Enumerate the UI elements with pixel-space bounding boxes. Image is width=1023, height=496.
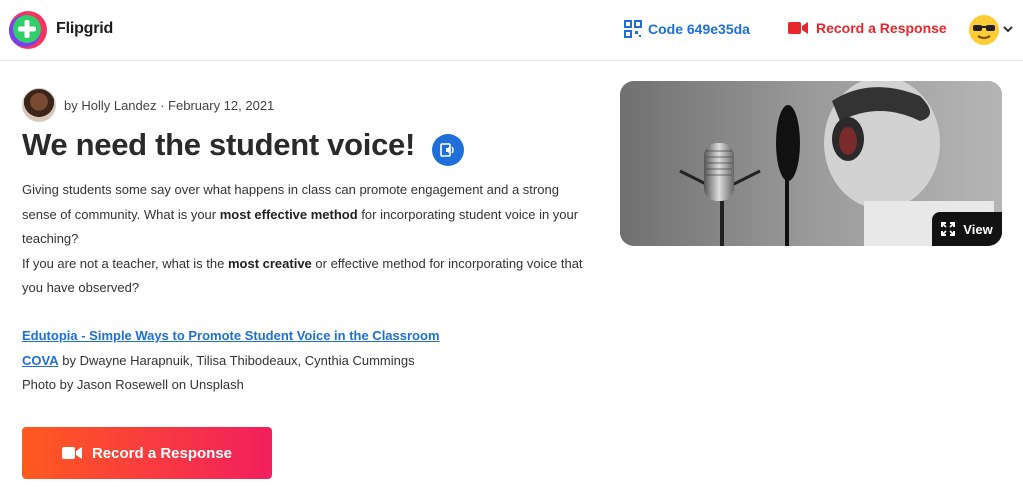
emphasis-most-creative: most creative xyxy=(227,255,312,271)
record-response-top-label: Record a Response xyxy=(816,20,947,36)
chevron-down-icon[interactable] xyxy=(1002,23,1014,35)
photo-credit: Photo by Jason Rosewell on Unsplash xyxy=(22,377,244,392)
cova-authors: by Dwayne Harapnuik, Tilisa Thibodeaux, … xyxy=(58,352,415,368)
view-media-button[interactable]: View xyxy=(932,212,1002,246)
edutopia-link[interactable]: Edutopia - Simple Ways to Promote Studen… xyxy=(22,328,440,343)
join-code-label: Code 649e35da xyxy=(648,21,750,37)
topic-description: Giving students some say over what happe… xyxy=(22,178,592,301)
view-label: View xyxy=(963,221,993,237)
author-avatar xyxy=(22,88,56,122)
video-camera-icon xyxy=(61,447,82,459)
resource-links: Edutopia - Simple Ways to Promote Studen… xyxy=(22,324,440,398)
description-paragraph-1: Giving students some say over what happe… xyxy=(22,182,579,246)
topic-media-image[interactable]: View xyxy=(620,81,1002,246)
flipgrid-logo-icon[interactable] xyxy=(8,10,48,50)
cova-link[interactable]: COVA xyxy=(22,353,59,368)
qr-code-icon xyxy=(624,20,642,38)
expand-icon xyxy=(941,222,956,236)
record-response-top-button[interactable]: Record a Response xyxy=(788,20,947,36)
author-meta: by Holly Landez · February 12, 2021 xyxy=(22,88,274,122)
topic-title: We need the student voice! xyxy=(22,127,415,162)
join-code-button[interactable]: Code 649e35da xyxy=(624,20,750,38)
record-response-button[interactable]: Record a Response xyxy=(22,427,272,479)
brand-name[interactable]: Flipgrid xyxy=(56,20,113,38)
video-camera-icon xyxy=(788,22,808,34)
author-line: by Holly Landez · February 12, 2021 xyxy=(64,97,275,113)
immersive-reader-button[interactable] xyxy=(432,134,464,166)
user-avatar-icon[interactable] xyxy=(968,14,1000,46)
emphasis-most-effective: most effective method xyxy=(219,206,358,222)
top-bar: Flipgrid Code 649e35da Record a Response xyxy=(0,0,1023,61)
speaker-icon xyxy=(440,143,454,157)
record-response-label: Record a Response xyxy=(91,444,233,462)
description-paragraph-2: If you are not a teacher, what is the mo… xyxy=(22,255,583,296)
